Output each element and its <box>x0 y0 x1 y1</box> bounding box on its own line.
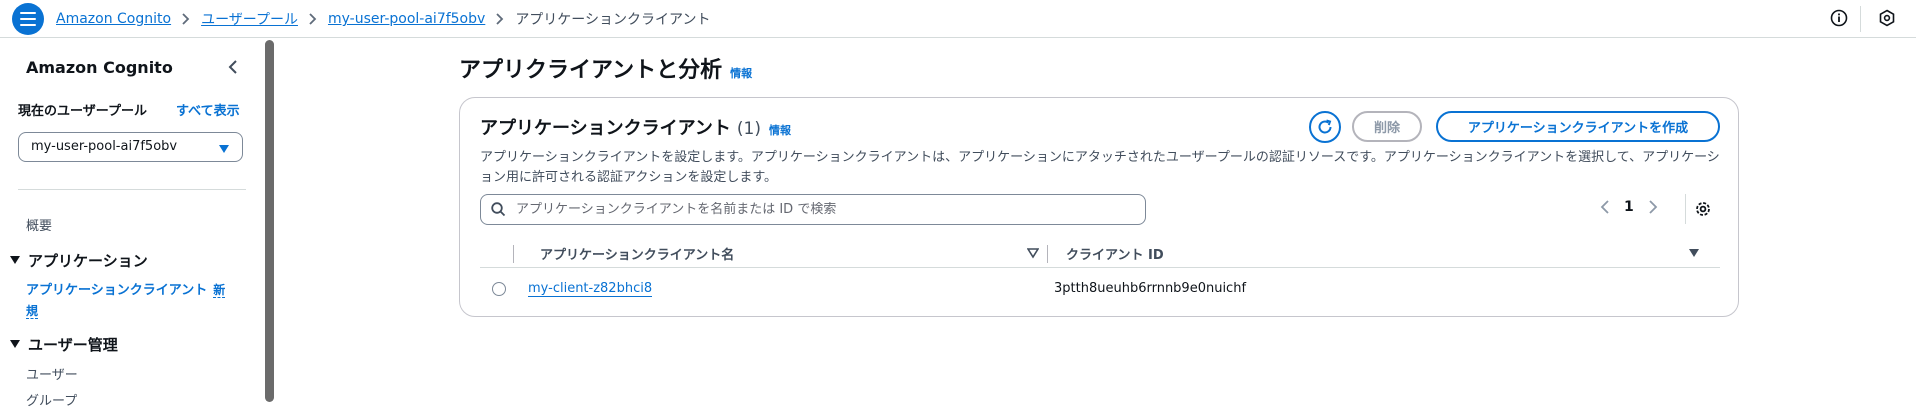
page-number[interactable]: 1 <box>1624 199 1634 215</box>
hexagon-settings-icon[interactable] <box>1876 7 1898 29</box>
current-pool-label: 現在のユーザープール <box>18 104 147 119</box>
page-header: アプリクライアントと分析 情報 <box>459 52 752 84</box>
refresh-icon <box>1318 119 1332 134</box>
breadcrumb-cognito[interactable]: Amazon Cognito <box>56 11 171 27</box>
row-select-radio[interactable] <box>492 282 506 296</box>
user-pool-select-value: my-user-pool-ai7f5obv <box>31 139 178 154</box>
sidebar-item-app-clients[interactable]: アプリケーションクライアント 新規 <box>26 280 226 322</box>
refresh-button[interactable] <box>1309 111 1341 143</box>
gear-icon[interactable] <box>1693 199 1715 221</box>
sidebar-scrollbar[interactable] <box>265 40 274 402</box>
column-header-client-name[interactable]: アプリケーションクライアント名 <box>540 238 734 268</box>
pagination: 1 <box>1600 199 1658 215</box>
panel-info-link[interactable]: 情報 <box>769 122 791 138</box>
user-pool-select[interactable]: my-user-pool-ai7f5obv <box>18 132 243 162</box>
search-field[interactable] <box>480 194 1146 225</box>
hamburger-icon <box>20 12 36 26</box>
column-header-client-id[interactable]: クライアント ID <box>1066 238 1164 268</box>
chevron-right-icon <box>309 13 317 25</box>
panel-title: アプリケーションクライアント <box>480 118 731 139</box>
breadcrumb-user-pool[interactable]: my-user-pool-ai7f5obv <box>328 11 485 27</box>
sidebar-item-app-clients-label: アプリケーションクライアント <box>26 283 208 298</box>
chevron-left-icon[interactable] <box>1600 200 1610 214</box>
panel-count: (1) <box>736 119 762 139</box>
sidebar-title: Amazon Cognito <box>26 58 173 77</box>
table-row[interactable]: my-client-z82bhci8 3ptth8ueuhb6rrnnb9e0n… <box>480 270 1720 308</box>
sidebar-section-user-management-label: ユーザー管理 <box>28 336 118 354</box>
top-divider <box>1860 6 1861 32</box>
show-all-link[interactable]: すべて表示 <box>176 100 240 119</box>
client-id: 3ptth8ueuhb6rrnnb9e0nuichf <box>1054 281 1247 296</box>
breadcrumb: Amazon Cognito ユーザープール my-user-pool-ai7f… <box>56 9 710 29</box>
top-navigation-bar: Amazon Cognito ユーザープール my-user-pool-ai7f… <box>0 0 1916 38</box>
column-divider <box>1047 245 1048 263</box>
sidebar-section-applications[interactable]: アプリケーション <box>10 250 148 271</box>
menu-button[interactable] <box>12 3 44 35</box>
sidebar-section-applications-label: アプリケーション <box>28 252 148 270</box>
sort-caret-icon[interactable] <box>1027 247 1039 259</box>
side-navigation: Amazon Cognito 現在のユーザープール すべて表示 my-user-… <box>0 38 264 409</box>
app-clients-panel: アプリケーションクライアント (1) 情報 削除 アプリケーションクライアントを… <box>459 97 1739 317</box>
create-app-client-button[interactable]: アプリケーションクライアントを作成 <box>1436 111 1720 142</box>
sidebar-item-overview[interactable]: 概要 <box>26 215 52 234</box>
panel-header: アプリケーションクライアント (1) 情報 <box>480 114 791 140</box>
sidebar-section-user-management[interactable]: ユーザー管理 <box>10 334 118 355</box>
chevron-left-icon[interactable] <box>224 58 242 76</box>
breadcrumb-current: アプリケーションクライアント <box>515 12 711 28</box>
sidebar-divider <box>18 189 246 190</box>
column-divider <box>513 245 514 263</box>
sort-caret-icon[interactable] <box>1688 247 1700 259</box>
table-header: アプリケーションクライアント名 クライアント ID <box>480 238 1720 268</box>
search-input[interactable] <box>516 202 1116 217</box>
sidebar-item-groups[interactable]: グループ <box>26 390 77 409</box>
pagination-divider <box>1685 194 1686 224</box>
chevron-right-icon[interactable] <box>1648 200 1658 214</box>
caret-down-icon <box>10 256 20 264</box>
page-title: アプリクライアントと分析 <box>459 58 723 83</box>
caret-down-icon <box>10 340 20 348</box>
caret-down-icon <box>218 143 230 158</box>
chevron-right-icon <box>182 13 190 25</box>
search-icon <box>491 202 506 217</box>
delete-button[interactable]: 削除 <box>1352 111 1422 142</box>
breadcrumb-user-pools[interactable]: ユーザープール <box>201 9 298 29</box>
sidebar-item-users[interactable]: ユーザー <box>26 364 78 383</box>
panel-description: アプリケーションクライアントを設定します。アプリケーションクライアントは、アプリ… <box>480 150 1720 185</box>
info-link[interactable]: 情報 <box>730 65 752 81</box>
info-circle-icon[interactable] <box>1828 7 1850 29</box>
client-name-link[interactable]: my-client-z82bhci8 <box>528 281 653 297</box>
chevron-right-icon <box>496 13 504 25</box>
